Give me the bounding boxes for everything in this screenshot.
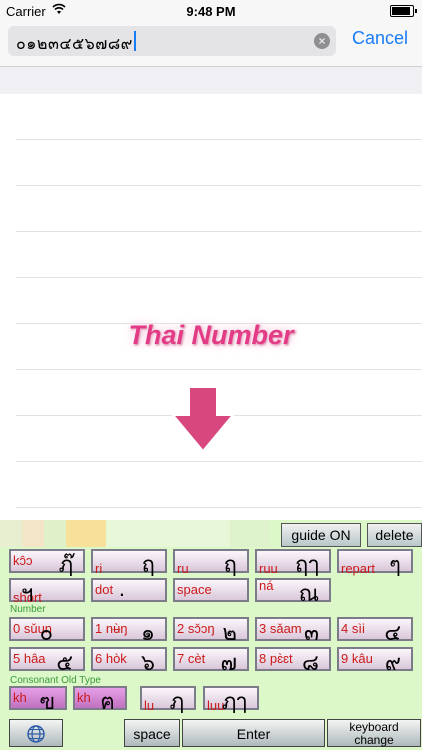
key-dot[interactable]: dot . [91,576,167,602]
key-3[interactable]: 3 sǎam ๓ [255,617,331,645]
key-lu[interactable]: lu ฦ [140,686,196,714]
key-glyph: ๗ [220,650,237,675]
key-label: space [177,582,212,597]
keyboard-change-button[interactable]: keyboard change [327,719,421,747]
delete-button[interactable]: delete [367,523,422,547]
key-label: 2 sɔ̌ɔŋ [177,621,215,636]
globe-button[interactable] [9,719,63,747]
key-7[interactable]: 7 cèt ๗ [173,647,249,675]
search-input[interactable]: ๐๑๒๓๔๕๖๗๘๙ × [8,26,336,56]
key-0[interactable]: 0 sǔun ๐ [9,617,85,645]
space-button[interactable]: space [124,719,180,747]
key-na[interactable]: ná ณ [255,578,331,606]
guide-toggle-button[interactable]: guide ON [281,523,361,547]
key-space-char[interactable]: space [173,578,249,602]
globe-icon [27,725,45,743]
status-bar: Carrier 9:48 PM [0,0,422,22]
key-ru[interactable]: ru ฤ [173,549,249,577]
key-glyph: ฤ [141,552,155,577]
consonant-section-label: Consonant Old Type [10,675,101,686]
search-header: ๐๑๒๓๔๕๖๗๘๙ × Cancel [0,22,422,67]
key-glyph: ฅ [100,689,115,714]
key-glyph: ๖ [141,650,155,675]
key-label: dot [95,582,114,597]
list-separator [16,231,422,232]
key-label: 1 nʉ̀ŋ [95,621,128,636]
down-arrow-icon [171,386,235,453]
list-separator [16,185,422,186]
key-4[interactable]: 4 sìi ๔ [337,617,413,645]
number-section-label: Number [10,604,46,615]
key-2[interactable]: 2 sɔ̌ɔŋ ๒ [173,617,249,645]
key-glyph: ๐ [39,620,53,645]
key-label: 3 sǎam [259,621,302,636]
enter-button[interactable]: Enter [182,719,325,747]
key-glyph: ฦ [169,689,184,714]
key-glyph: ณ [298,581,319,606]
key-label: 5 hâa [13,651,46,666]
overlay-title: Thai Number [128,320,294,350]
key-label: 9 kâu [341,651,373,666]
key-label: ná [259,578,274,593]
cancel-button[interactable]: Cancel [352,28,408,49]
key-glyph: ๘ [302,650,319,675]
key-glyph: ฤ [223,552,237,577]
key-label: 6 hòk [95,651,127,666]
key-9[interactable]: 9 kâu ๙ [337,647,413,675]
clear-circle-icon[interactable]: × [314,33,330,49]
key-glyph: ฃ [39,689,55,714]
key-glyph: ๆ [389,552,401,577]
key-1[interactable]: 1 nʉ̀ŋ ๑ [91,617,167,645]
results-header-band [0,67,422,94]
key-kho-khuat[interactable]: kh ฃ [9,686,67,714]
key-short[interactable]: short ฯ [9,578,85,606]
key-glyph: ฦๅ [221,689,247,714]
key-glyph: ฦ๊ [58,552,73,577]
key-label: 7 cèt [177,651,206,666]
key-glyph: . [118,576,125,601]
key-label: kh [77,690,91,705]
key-label: repart [341,561,375,576]
list-separator [16,461,422,462]
battery-icon [390,5,417,17]
key-label: 4 sìi [341,621,365,636]
key-label: 8 pɛ̀ɛt [259,651,293,666]
key-label: kh [13,690,27,705]
key-label: lu [144,698,155,713]
key-label: ruu [259,561,278,576]
key-8[interactable]: 8 pɛ̀ɛt ๘ [255,647,331,675]
key-5[interactable]: 5 hâa ๕ [9,647,85,675]
key-label: ri [95,561,103,576]
key-luu[interactable]: luu ฦๅ [203,686,259,714]
key-ruu[interactable]: ruu ฤๅ [255,549,331,577]
key-label: kɔ̂ɔ [13,553,33,568]
key-label: ru [177,561,189,576]
clock: 9:48 PM [186,4,236,19]
search-input-value: ๐๑๒๓๔๕๖๗๘๙ [16,36,133,53]
keyboard-change-label-line2: change [354,733,394,747]
list-separator [16,507,422,508]
list-separator [16,139,422,140]
list-separator [16,369,422,370]
key-kho-khon[interactable]: kh ฅ [73,686,127,714]
key-repeat[interactable]: repart ๆ [337,549,413,577]
key-kor[interactable]: kɔ̂ɔ ฦ๊ [9,549,85,577]
battery-level [392,7,410,15]
key-ri[interactable]: ri ฤ [91,549,167,577]
list-separator [16,277,422,278]
text-caret [134,31,136,51]
key-6[interactable]: 6 hòk ๖ [91,647,167,675]
key-glyph: ๙ [384,650,401,675]
